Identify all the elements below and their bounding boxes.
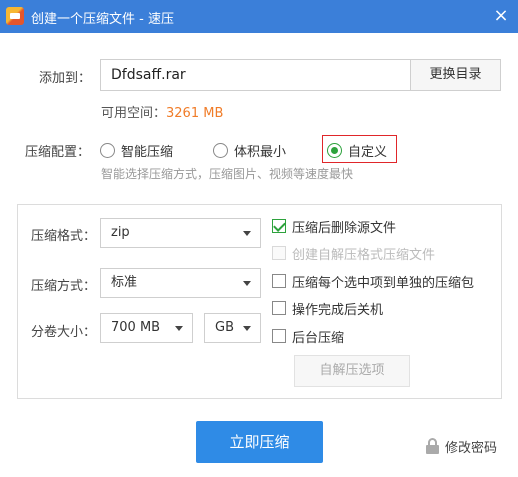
separate-archives-label: 压缩每个选中项到单独的压缩包 xyxy=(292,275,475,291)
window-title: 创建一个压缩文件 - 速压 xyxy=(31,12,174,27)
delete-source-label: 压缩后删除源文件 xyxy=(292,220,397,236)
chevron-down-icon xyxy=(243,231,251,236)
separate-archives-checkbox[interactable]: 压缩每个选中项到单独的压缩包 xyxy=(272,272,475,291)
filename-input[interactable]: Dfdsaff.rar xyxy=(100,59,411,91)
close-icon[interactable]: × xyxy=(492,7,510,25)
app-logo-icon xyxy=(6,7,24,25)
checkbox-icon xyxy=(272,301,286,315)
format-select[interactable]: zip xyxy=(100,218,261,248)
delete-source-checkbox[interactable]: 压缩后删除源文件 xyxy=(272,217,397,236)
method-select[interactable]: 标准 xyxy=(100,268,261,298)
checkbox-icon xyxy=(272,274,286,288)
volume-size-value: 700 MB xyxy=(111,320,161,335)
radio-smallest-label: 体积最小 xyxy=(234,144,287,160)
free-space-value: 3261 MB xyxy=(166,106,224,121)
volume-unit-value: GB xyxy=(215,320,234,335)
background-label: 后台压缩 xyxy=(292,330,345,346)
change-directory-button[interactable]: 更换目录 xyxy=(410,59,501,91)
shutdown-label: 操作完成后关机 xyxy=(292,302,384,318)
change-password-link[interactable]: 修改密码 xyxy=(426,437,498,456)
radio-button-icon xyxy=(213,142,228,158)
format-value: zip xyxy=(111,225,130,240)
background-checkbox[interactable]: 后台压缩 xyxy=(272,327,345,346)
checkbox-icon xyxy=(272,329,286,343)
radio-button-selected-icon xyxy=(327,142,342,158)
volume-size-select[interactable]: 700 MB xyxy=(100,313,193,343)
compression-config-label: 压缩配置： xyxy=(25,145,91,160)
create-sfx-checkbox: 创建自解压格式压缩文件 xyxy=(272,244,436,263)
method-value: 标准 xyxy=(111,275,138,290)
volume-size-label: 分卷大小： xyxy=(31,325,97,340)
sfx-options-button: 自解压选项 xyxy=(294,355,410,387)
chevron-down-icon xyxy=(243,326,251,331)
change-password-label: 修改密码 xyxy=(445,440,498,456)
radio-smallest[interactable]: 体积最小 xyxy=(213,140,286,160)
format-label: 压缩格式： xyxy=(31,229,97,244)
chevron-down-icon xyxy=(175,326,183,331)
radio-custom[interactable]: 自定义 xyxy=(327,140,387,160)
radio-smart[interactable]: 智能压缩 xyxy=(100,140,173,160)
config-hint: 智能选择压缩方式，压缩图片、视频等速度最快 xyxy=(101,167,354,181)
volume-unit-select[interactable]: GB xyxy=(204,313,261,343)
compress-now-button[interactable]: 立即压缩 xyxy=(196,421,323,463)
radio-smart-label: 智能压缩 xyxy=(121,144,174,160)
chevron-down-icon xyxy=(243,281,251,286)
title-bar: 创建一个压缩文件 - 速压 × xyxy=(0,0,518,33)
lock-icon xyxy=(426,438,439,454)
method-label: 压缩方式： xyxy=(31,279,97,294)
radio-button-icon xyxy=(100,142,115,158)
shutdown-checkbox[interactable]: 操作完成后关机 xyxy=(272,299,384,318)
free-space-text: 可用空间：3261 MB xyxy=(101,102,223,121)
checkbox-disabled-icon xyxy=(272,246,286,260)
free-space-label: 可用空间： xyxy=(101,106,167,121)
create-sfx-label: 创建自解压格式压缩文件 xyxy=(292,247,436,263)
checkbox-checked-icon xyxy=(272,219,286,233)
add-to-label: 添加到： xyxy=(39,71,92,86)
radio-custom-label: 自定义 xyxy=(348,144,388,160)
